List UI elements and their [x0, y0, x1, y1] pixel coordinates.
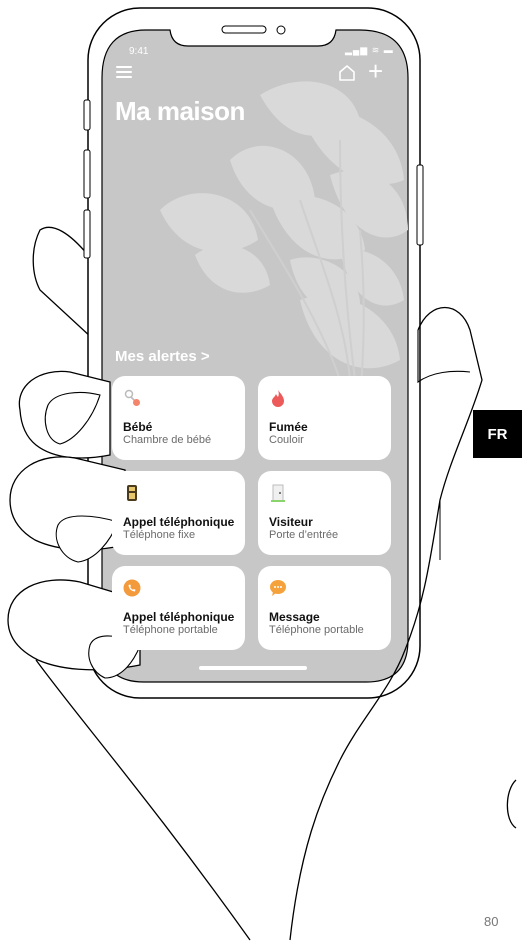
language-tab: FR [473, 410, 522, 458]
card-title: Fumée [269, 420, 308, 434]
status-time: 9:41 [129, 46, 149, 57]
hamburger-icon [116, 66, 132, 68]
card-subtitle: Porte d’entrée [269, 529, 339, 541]
mobile-call-icon [123, 579, 141, 597]
card-subtitle: Téléphone portable [123, 624, 218, 636]
card-subtitle: Couloir [269, 434, 304, 446]
alert-card-smoke[interactable]: Fumée Couloir [258, 376, 391, 460]
card-subtitle: Téléphone fixe [123, 529, 196, 541]
baby-rattle-icon [124, 389, 140, 406]
card-subtitle: Chambre de bébé [123, 434, 212, 446]
home-icon [339, 65, 355, 81]
home-indicator[interactable] [199, 666, 307, 670]
alert-card-baby[interactable]: Bébé Chambre de bébé [112, 376, 245, 460]
message-bubble-icon [270, 580, 286, 596]
status-icons: ▂▄▆ ≋ ▬ [345, 45, 394, 55]
page-title: Ma maison [115, 96, 245, 126]
page-number: 80 [484, 914, 499, 929]
landline-phone-icon [127, 485, 137, 501]
alert-card-message[interactable]: Message Téléphone portable [258, 566, 391, 650]
alerts-link[interactable]: Mes alertes > [115, 348, 210, 365]
home-button[interactable] [338, 64, 356, 82]
alert-card-landline[interactable]: Appel téléphonique Téléphone fixe [112, 471, 245, 555]
card-title: Visiteur [269, 515, 313, 529]
add-button[interactable]: + [368, 58, 383, 84]
door-icon [271, 484, 285, 502]
card-title: Appel téléphonique [123, 610, 235, 624]
card-subtitle: Téléphone portable [269, 624, 364, 636]
card-title: Bébé [123, 420, 153, 434]
menu-button[interactable] [116, 64, 132, 80]
alert-card-visitor[interactable]: Visiteur Porte d’entrée [258, 471, 391, 555]
flame-icon [272, 390, 284, 407]
card-title: Appel téléphonique [123, 515, 235, 529]
card-title: Message [269, 610, 320, 624]
alert-card-mobile-call[interactable]: Appel téléphonique Téléphone portable [112, 566, 245, 650]
